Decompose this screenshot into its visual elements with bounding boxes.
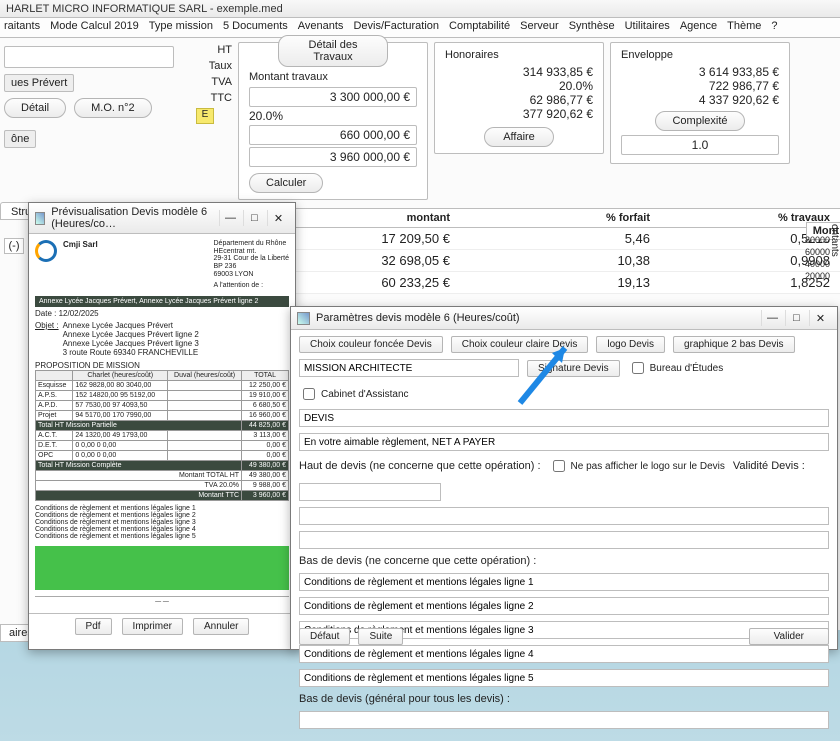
quote-table: Charlet (heures/coût)Duval (heures/coût)…: [35, 370, 289, 501]
print-button[interactable]: Imprimer: [122, 618, 183, 635]
prop-label: PROPOSITION DE MISSION: [35, 361, 289, 370]
collapse-button[interactable]: (-): [4, 238, 24, 254]
travaux-tva: 660 000,00 €: [249, 125, 417, 145]
preview-window: Prévisualisation Devis modèle 6 (Heures/…: [28, 202, 296, 650]
suite-button[interactable]: Suite: [358, 628, 403, 645]
signature-block: [35, 546, 289, 590]
bas-line[interactable]: [299, 645, 829, 663]
validite-input[interactable]: [299, 483, 441, 501]
detail-travaux-button[interactable]: Détail des Travaux: [278, 35, 388, 67]
detail-button[interactable]: Détail: [4, 98, 66, 118]
axis-ticks: 80000600004000020000: [805, 234, 830, 282]
env-taux: 722 986,77 €: [621, 79, 779, 93]
hono-ht: 314 933,85 €: [445, 65, 593, 79]
close-icon[interactable]: ✕: [809, 310, 831, 326]
env-title: Enveloppe: [621, 49, 779, 61]
travaux-ttc: 3 960 000,00 €: [249, 147, 417, 167]
calculer-button[interactable]: Calculer: [249, 173, 323, 193]
menu-item[interactable]: Mode Calcul 2019: [50, 20, 139, 35]
close-icon[interactable]: ✕: [267, 210, 289, 226]
hono-tva: 62 986,77 €: [445, 93, 593, 107]
mission-input[interactable]: [299, 359, 519, 377]
bas2-line[interactable]: [299, 711, 829, 729]
validite-label: Validité Devis :: [733, 460, 805, 472]
subject-bar: Annexe Lycée Jacques Prévert, Annexe Lyc…: [35, 296, 289, 307]
noshow-check[interactable]: Ne pas afficher le logo sur le Devis: [549, 457, 725, 475]
mo-button[interactable]: M.O. n°2: [74, 98, 152, 118]
project-tag: ues Prévert: [4, 74, 74, 92]
hono-taux: 20.0%: [445, 79, 593, 93]
menu-item[interactable]: Serveur: [520, 20, 559, 35]
menu-item[interactable]: Comptabilité: [449, 20, 510, 35]
logo-icon: [35, 240, 57, 262]
menu-item[interactable]: Devis/Facturation: [353, 20, 439, 35]
env-ht: 3 614 933,85 €: [621, 65, 779, 79]
montant-label: Montant travaux: [249, 71, 417, 83]
app-icon: [35, 212, 45, 225]
axis-label: ontants: [829, 224, 840, 257]
menu-item[interactable]: Avenants: [298, 20, 344, 35]
menu-item[interactable]: raitants: [4, 20, 40, 35]
params-title: Paramètres devis modèle 6 (Heures/coût): [316, 312, 520, 324]
menu-item[interactable]: ?: [771, 20, 777, 35]
min-icon[interactable]: —: [761, 310, 783, 326]
address-block: Département du RhôneHEcentrat mt. 29-31 …: [214, 240, 290, 290]
zone-tag: ône: [4, 130, 36, 148]
haut-line2[interactable]: [299, 531, 829, 549]
menu-item[interactable]: Synthèse: [569, 20, 615, 35]
panel-enveloppe: Enveloppe 3 614 933,85 € 722 986,77 € 4 …: [610, 42, 790, 164]
menubar: raitants Mode Calcul 2019 Type mission 5…: [0, 18, 840, 38]
min-icon[interactable]: —: [219, 210, 241, 226]
params-window: Paramètres devis modèle 6 (Heures/coût) …: [290, 306, 838, 650]
main-titlebar: HARLET MICRO INFORMATIQUE SARL - exemple…: [0, 0, 840, 18]
logo-button[interactable]: logo Devis: [596, 336, 665, 353]
devis-input[interactable]: [299, 409, 829, 427]
complexite-button[interactable]: Complexité: [655, 111, 745, 131]
panel-honoraires: Honoraires 314 933,85 € 20.0% 62 986,77 …: [434, 42, 604, 154]
haut-line1[interactable]: [299, 507, 829, 525]
row-labels: HT Taux TVA TTC E: [196, 42, 232, 124]
menu-item[interactable]: Utilitaires: [625, 20, 670, 35]
bas-line[interactable]: [299, 669, 829, 687]
complexite-value[interactable]: 1.0: [621, 135, 779, 155]
haut-label: Haut de devis (ne concerne que cette opé…: [299, 460, 541, 472]
color-dark-button[interactable]: Choix couleur foncée Devis: [299, 336, 443, 353]
project-field[interactable]: [4, 46, 174, 68]
bas-line[interactable]: [299, 573, 829, 591]
signature-button[interactable]: Signature Devis: [527, 360, 620, 377]
cabinet-check[interactable]: Cabinet d'Assistanc: [299, 385, 409, 403]
max-icon[interactable]: □: [785, 310, 807, 326]
e-badge: E: [196, 108, 214, 124]
params-titlebar[interactable]: Paramètres devis modèle 6 (Heures/coût) …: [291, 307, 837, 330]
date-line: Date : 12/02/2025: [35, 309, 289, 318]
preview-titlebar[interactable]: Prévisualisation Devis modèle 6 (Heures/…: [29, 203, 295, 234]
app-icon: [297, 312, 310, 325]
menu-item[interactable]: Thème: [727, 20, 761, 35]
bas2-label: Bas de devis (général pour tous les devi…: [299, 693, 510, 705]
hono-title: Honoraires: [445, 49, 593, 61]
cancel-button[interactable]: Annuler: [193, 618, 249, 635]
bas1-label: Bas de devis (ne concerne que cette opér…: [299, 555, 536, 567]
menu-item[interactable]: Type mission: [149, 20, 213, 35]
env-tva: 4 337 920,62 €: [621, 93, 779, 107]
travaux-taux: 20.0%: [249, 109, 417, 123]
bas-line[interactable]: [299, 597, 829, 615]
max-icon[interactable]: □: [243, 210, 265, 226]
pdf-button[interactable]: Pdf: [75, 618, 112, 635]
defaut-button[interactable]: Défaut: [299, 628, 350, 645]
travaux-ht[interactable]: 3 300 000,00 €: [249, 87, 417, 107]
menu-item[interactable]: 5 Documents: [223, 20, 288, 35]
menu-item[interactable]: Agence: [680, 20, 717, 35]
valider-button[interactable]: Valider: [749, 628, 829, 645]
color-light-button[interactable]: Choix couleur claire Devis: [451, 336, 589, 353]
panel-travaux: Détail des Travaux Montant travaux 3 300…: [238, 42, 428, 200]
hono-ttc: 377 920,62 €: [445, 107, 593, 121]
graph-button[interactable]: graphique 2 bas Devis: [673, 336, 795, 353]
preview-title: Prévisualisation Devis modèle 6 (Heures/…: [51, 206, 219, 230]
reglement-input[interactable]: [299, 433, 829, 451]
affaire-button[interactable]: Affaire: [484, 127, 554, 147]
bureau-check[interactable]: Bureau d'Études: [628, 359, 724, 377]
